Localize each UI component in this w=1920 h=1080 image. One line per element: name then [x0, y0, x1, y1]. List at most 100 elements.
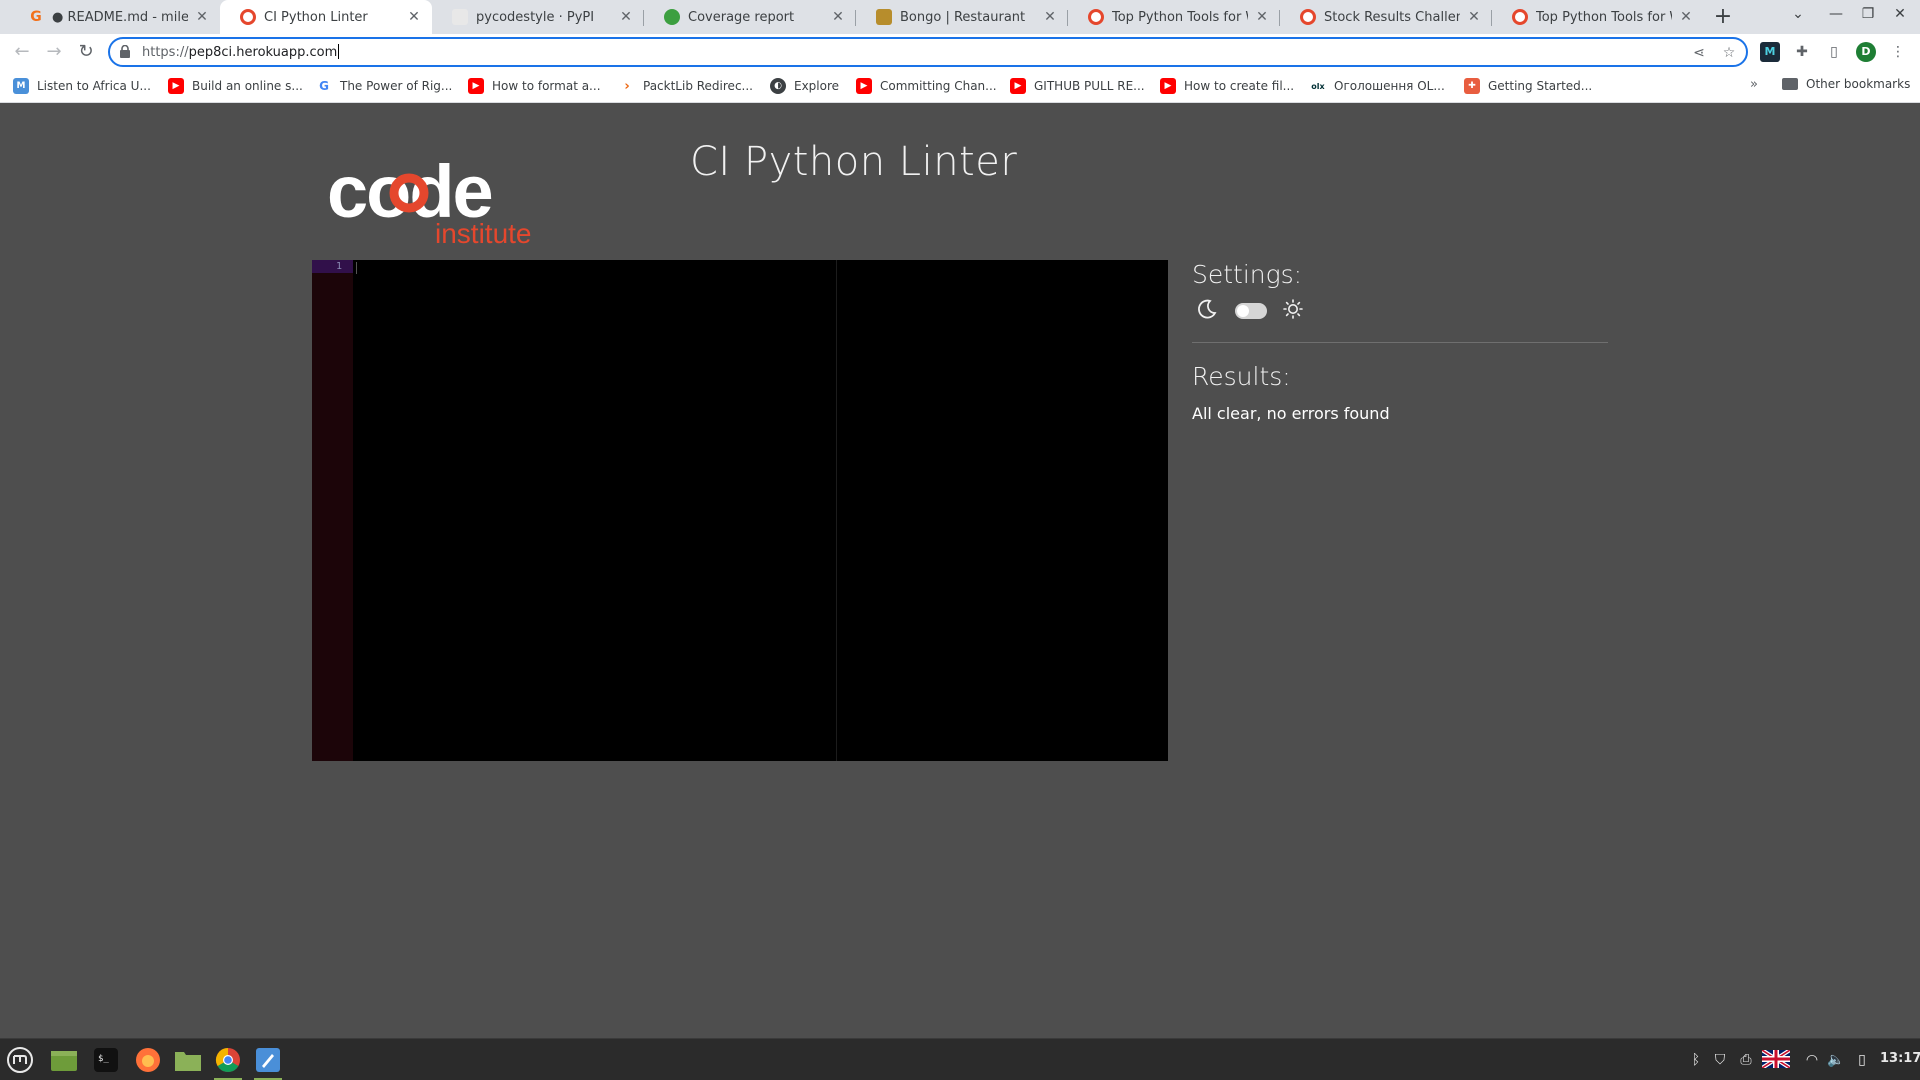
settings-heading: Settings: [1192, 260, 1303, 289]
tab-pycodestyle[interactable]: pycodestyle · PyPI ✕ [432, 0, 644, 34]
extension-m-icon[interactable]: M [1760, 42, 1780, 62]
tab-coverage-report[interactable]: Coverage report ✕ [644, 0, 856, 34]
profile-avatar[interactable]: D [1856, 42, 1876, 62]
bookmarks-bar: M Listen to Africa U... ▶ Build an onlin… [0, 70, 1920, 103]
results-heading: Results: [1192, 362, 1291, 391]
close-window-button[interactable]: ✕ [1888, 6, 1912, 28]
bookmark-item[interactable]: ✚ Getting Started... [1464, 77, 1592, 95]
bookmark-item[interactable]: olx Оголошення OL... [1310, 77, 1445, 95]
bookmark-label: The Power of Rig... [340, 79, 453, 93]
share-icon[interactable]: ⋖ [1690, 44, 1708, 62]
tab-bongo-restaurant[interactable]: Bongo | Restaurant ✕ [856, 0, 1068, 34]
tab-top-python-tools[interactable]: Top Python Tools for We ✕ [1068, 0, 1280, 34]
close-tab-icon[interactable]: ✕ [618, 9, 634, 25]
chrome-icon[interactable] [212, 1044, 244, 1080]
bookmark-item[interactable]: ▶ GITHUB PULL RE... [1010, 77, 1145, 95]
bookmark-label: Оголошення OL... [1334, 79, 1445, 93]
print-margin-line [836, 260, 837, 761]
close-tab-icon[interactable]: ✕ [1042, 9, 1058, 25]
text-editor-icon[interactable] [252, 1044, 284, 1080]
terminal-icon[interactable]: $_ [90, 1044, 122, 1076]
logo-bottom-text: institute [435, 218, 532, 249]
bookmark-label: Committing Chan... [880, 79, 997, 93]
battery-icon[interactable]: ▯ [1852, 1050, 1872, 1070]
minimize-button[interactable]: — [1824, 6, 1848, 28]
menu-kebab-icon[interactable]: ⋮ [1888, 42, 1908, 62]
tab-ci-python-linter[interactable]: CI Python Linter ✕ [220, 0, 432, 34]
bookmark-item[interactable]: M Listen to Africa U... [13, 77, 151, 95]
close-tab-icon[interactable]: ✕ [194, 9, 210, 25]
tab-top-python-tools-2[interactable]: Top Python Tools for We ✕ [1492, 0, 1704, 34]
results-message: All clear, no errors found [1192, 404, 1390, 423]
side-panel-icon[interactable]: ▯ [1824, 42, 1844, 62]
sun-icon [1282, 298, 1304, 324]
show-desktop-icon[interactable] [48, 1044, 80, 1076]
theme-toggle-switch[interactable] [1235, 303, 1267, 319]
text-cursor [356, 262, 357, 274]
tab-search-icon[interactable]: ⌄ [1786, 6, 1810, 28]
extensions-puzzle-icon[interactable]: ✚ [1792, 42, 1812, 62]
bluetooth-icon[interactable]: ᛒ [1686, 1050, 1706, 1070]
close-tab-icon[interactable]: ✕ [1254, 9, 1270, 25]
uk-flag-icon[interactable] [1760, 1048, 1792, 1070]
other-bookmarks-folder[interactable]: Other bookmarks [1782, 77, 1910, 91]
printer-icon[interactable]: ⎙ [1736, 1050, 1756, 1070]
youtube-icon: ▶ [1160, 78, 1176, 94]
clock[interactable]: 13:17 [1880, 1051, 1920, 1066]
moon-icon [1196, 298, 1218, 324]
restore-button[interactable]: ❐ [1856, 6, 1880, 28]
ci-icon [1512, 9, 1528, 25]
tab-readme[interactable]: G ● README.md - milestone ✕ [8, 0, 220, 34]
bookmark-label: How to create fil... [1184, 79, 1295, 93]
bookmark-item[interactable]: ◐ Explore [770, 77, 839, 95]
bookmark-item[interactable]: ▶ Build an online s... [168, 77, 303, 95]
bookmark-item[interactable]: ▶ How to format a... [468, 77, 601, 95]
firefox-icon[interactable] [132, 1044, 164, 1076]
forward-button[interactable]: → [42, 40, 66, 64]
youtube-icon: ▶ [856, 78, 872, 94]
olx-icon: olx [1310, 78, 1326, 94]
tab-title: pycodestyle · PyPI [476, 9, 595, 25]
coverage-icon [664, 9, 680, 25]
bookmark-item[interactable]: ▶ How to create fil... [1160, 77, 1294, 95]
url-scheme: https:// [142, 45, 189, 60]
page-content: code institute CI Python Linter 1 Settin… [0, 103, 1920, 1038]
more-bookmarks-chevron[interactable]: » [1750, 77, 1758, 92]
wifi-icon[interactable]: ◠ [1802, 1050, 1822, 1070]
tab-strip: G ● README.md - milestone ✕ CI Python Li… [0, 0, 1920, 34]
ci-icon [1300, 9, 1316, 25]
bookmark-label: How to format a... [492, 79, 601, 93]
close-tab-icon[interactable]: ✕ [406, 9, 422, 25]
bookmark-star-icon[interactable]: ☆ [1720, 44, 1738, 62]
volume-icon[interactable]: 🔈 [1826, 1050, 1846, 1070]
browser-toolbar: ← → ↻ https://pep8ci.herokuapp.com ⋖ ☆ M… [0, 34, 1920, 70]
bookmark-label: Build an online s... [192, 79, 303, 93]
bookmark-item[interactable]: › PacktLib Redirec... [619, 77, 753, 95]
code-editor[interactable]: 1 [312, 260, 1168, 761]
gitpod-icon: G [30, 9, 42, 25]
code-institute-logo[interactable]: code institute [322, 143, 552, 253]
close-tab-icon[interactable]: ✕ [830, 9, 846, 25]
address-bar[interactable]: https://pep8ci.herokuapp.com ⋖ ☆ [108, 37, 1748, 67]
mint-menu-icon[interactable] [4, 1044, 36, 1076]
url-text[interactable]: https://pep8ci.herokuapp.com [142, 44, 340, 60]
youtube-icon: ▶ [1010, 78, 1026, 94]
bookmark-label: PacktLib Redirec... [643, 79, 753, 93]
back-button[interactable]: ← [10, 40, 34, 64]
close-tab-icon[interactable]: ✕ [1678, 9, 1694, 25]
line-number: 1 [312, 260, 353, 273]
youtube-icon: ▶ [468, 78, 484, 94]
packt-icon: › [619, 78, 635, 94]
shield-icon[interactable]: ⛉ [1710, 1050, 1730, 1070]
reload-button[interactable]: ↻ [74, 40, 98, 64]
files-icon[interactable] [172, 1044, 204, 1076]
tab-title: Bongo | Restaurant [900, 9, 1026, 25]
new-tab-button[interactable]: + [1710, 4, 1736, 30]
close-tab-icon[interactable]: ✕ [1466, 9, 1482, 25]
bookmark-item[interactable]: ▶ Committing Chan... [856, 77, 997, 95]
tab-title: ● README.md - milestone [52, 9, 188, 25]
tab-stock-results[interactable]: Stock Results Challenge ✕ [1280, 0, 1492, 34]
google-icon: G [316, 78, 332, 94]
svg-text:$_: $_ [98, 1054, 109, 1064]
bookmark-item[interactable]: G The Power of Rig... [316, 77, 452, 95]
